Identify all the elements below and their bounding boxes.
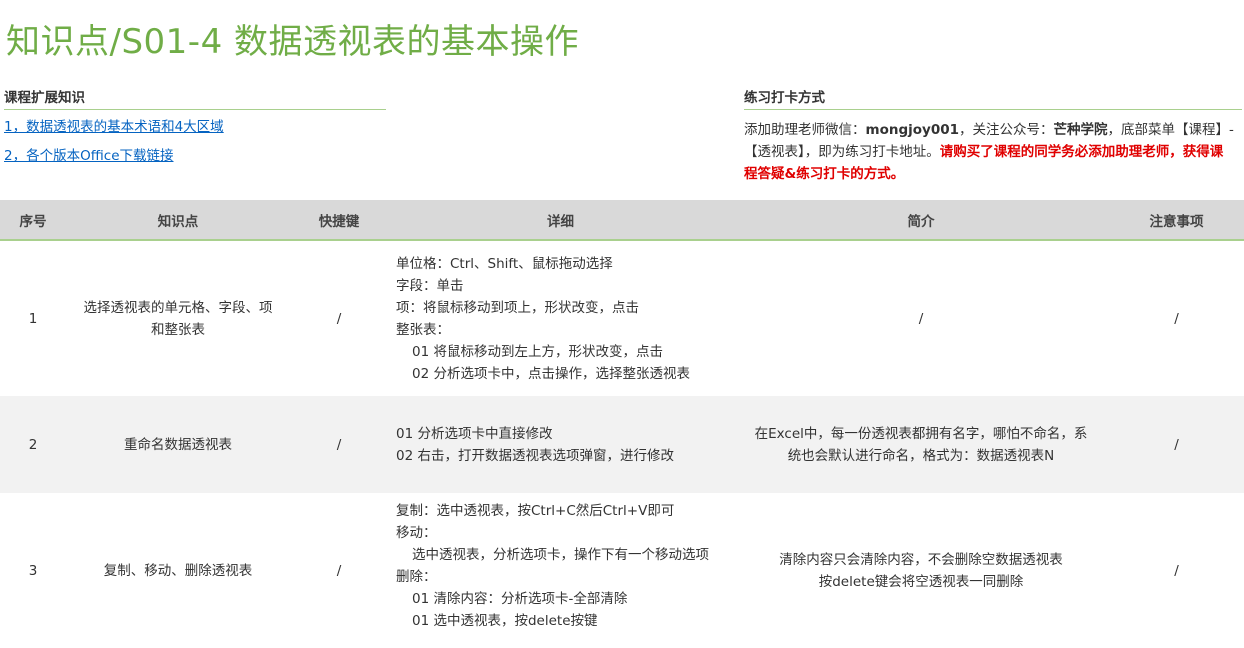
topic-line: 复制、移动、删除透视表 bbox=[103, 562, 253, 579]
detail-line: 02 右击，打开数据透视表选项弹窗，进行修改 bbox=[396, 447, 674, 464]
table-row: 3 复制、移动、删除透视表 / 复制：选中透视表，按Ctrl+C然后Ctrl+V… bbox=[0, 493, 1244, 648]
link-office-download[interactable]: 2，各个版本Office下载链接 bbox=[4, 144, 174, 164]
row-details: 01 分析选项卡中直接修改 02 右击，打开数据透视表选项弹窗，进行修改 bbox=[388, 396, 733, 493]
table-row: 2 重命名数据透视表 / 01 分析选项卡中直接修改 02 右击，打开数据透视表… bbox=[0, 396, 1244, 493]
detail-line: 移动： bbox=[396, 525, 437, 541]
detail-line: 整张表： bbox=[396, 321, 450, 338]
detail-line: 项：将鼠标移动到项上，形状改变，点击 bbox=[396, 299, 639, 316]
detail-line: 选中透视表，分析选项卡，操作下有一个移动选项 bbox=[412, 547, 709, 563]
row-shortcut: / bbox=[290, 396, 388, 493]
table-header-row: 序号 知识点 快捷键 详细 简介 注意事项 bbox=[0, 200, 1244, 241]
row-number: 3 bbox=[0, 493, 66, 648]
assistant-wechat-id: mongjoy001 bbox=[865, 122, 960, 138]
checkin-heading: 练习打卡方式 bbox=[744, 86, 1242, 110]
detail-line: 02 分析选项卡中，点击操作，选择整张透视表 bbox=[412, 365, 690, 382]
detail-line: 01 将鼠标移动到左上方，形状改变，点击 bbox=[412, 343, 663, 360]
row-intro: 清除内容只会清除内容，不会删除空数据透视表 按delete键会将空透视表一同删除 bbox=[733, 493, 1109, 648]
col-header-no: 序号 bbox=[0, 200, 66, 241]
checkin-text: 添加助理老师微信： bbox=[744, 122, 866, 138]
col-header-notes: 注意事项 bbox=[1109, 200, 1244, 241]
detail-line: 字段：单击 bbox=[396, 277, 464, 294]
page-title: 知识点/S01-4 数据透视表的基本操作 bbox=[6, 22, 580, 62]
row-number: 1 bbox=[0, 240, 66, 396]
row-details: 单位格：Ctrl、Shift、鼠标拖动选择 字段：单击 项：将鼠标移动到项上，形… bbox=[388, 240, 733, 396]
detail-line: 01 清除内容：分析选项卡-全部清除 bbox=[412, 591, 628, 607]
row-shortcut: / bbox=[290, 493, 388, 648]
detail-line: 01 分析选项卡中直接修改 bbox=[396, 425, 553, 442]
official-account-name: 芒种学院 bbox=[1053, 122, 1108, 138]
col-header-shortcut: 快捷键 bbox=[290, 200, 388, 241]
checkin-instructions: 添加助理老师微信：mongjoy001，关注公众号：芒种学院，底部菜单【课程】-… bbox=[744, 119, 1236, 185]
topic-line: 选择透视表的单元格、字段、项 bbox=[83, 299, 273, 316]
col-header-details: 详细 bbox=[388, 200, 733, 241]
row-number: 2 bbox=[0, 396, 66, 493]
intro-line: 清除内容只会清除内容，不会删除空数据透视表 bbox=[779, 551, 1063, 568]
row-topic: 重命名数据透视表 bbox=[66, 396, 290, 493]
row-notes: / bbox=[1109, 240, 1244, 396]
row-topic: 复制、移动、删除透视表 bbox=[66, 493, 290, 648]
intro-line: 按delete键会将空透视表一同删除 bbox=[818, 573, 1024, 590]
intro-line: 在Excel中，每一份透视表都拥有名字，哪怕不命名，系 bbox=[754, 425, 1088, 442]
row-intro: / bbox=[733, 240, 1109, 396]
row-notes: / bbox=[1109, 493, 1244, 648]
knowledge-table: 序号 知识点 快捷键 详细 简介 注意事项 1 选择透视表的单元格、字段、项 和整… bbox=[0, 200, 1244, 648]
table-row: 1 选择透视表的单元格、字段、项 和整张表 / 单位格：Ctrl、Shift、鼠标… bbox=[0, 240, 1244, 396]
extended-knowledge-heading: 课程扩展知识 bbox=[4, 86, 386, 110]
intro-line: 统也会默认进行命名，格式为：数据透视表N bbox=[787, 447, 1055, 464]
intro-line: / bbox=[918, 310, 924, 327]
row-shortcut: / bbox=[290, 240, 388, 396]
col-header-topic: 知识点 bbox=[66, 200, 290, 241]
topic-line: 和整张表 bbox=[151, 321, 205, 338]
detail-line: 删除： bbox=[396, 569, 437, 585]
detail-line: 单位格：Ctrl、Shift、鼠标拖动选择 bbox=[396, 255, 613, 272]
detail-line: 复制：选中透视表，按Ctrl+C然后Ctrl+V即可 bbox=[396, 503, 675, 519]
row-intro: 在Excel中，每一份透视表都拥有名字，哪怕不命名，系 统也会默认进行命名，格式为… bbox=[733, 396, 1109, 493]
detail-line: 01 选中透视表，按delete按键 bbox=[412, 613, 598, 629]
row-details: 复制：选中透视表，按Ctrl+C然后Ctrl+V即可 移动： 选中透视表，分析选… bbox=[388, 493, 733, 648]
link-pivot-terms[interactable]: 1，数据透视表的基本术语和4大区域 bbox=[4, 115, 224, 135]
checkin-text: ，关注公众号： bbox=[959, 122, 1054, 138]
row-topic: 选择透视表的单元格、字段、项 和整张表 bbox=[66, 240, 290, 396]
topic-line: 重命名数据透视表 bbox=[124, 436, 232, 453]
row-notes: / bbox=[1109, 396, 1244, 493]
col-header-intro: 简介 bbox=[733, 200, 1109, 241]
